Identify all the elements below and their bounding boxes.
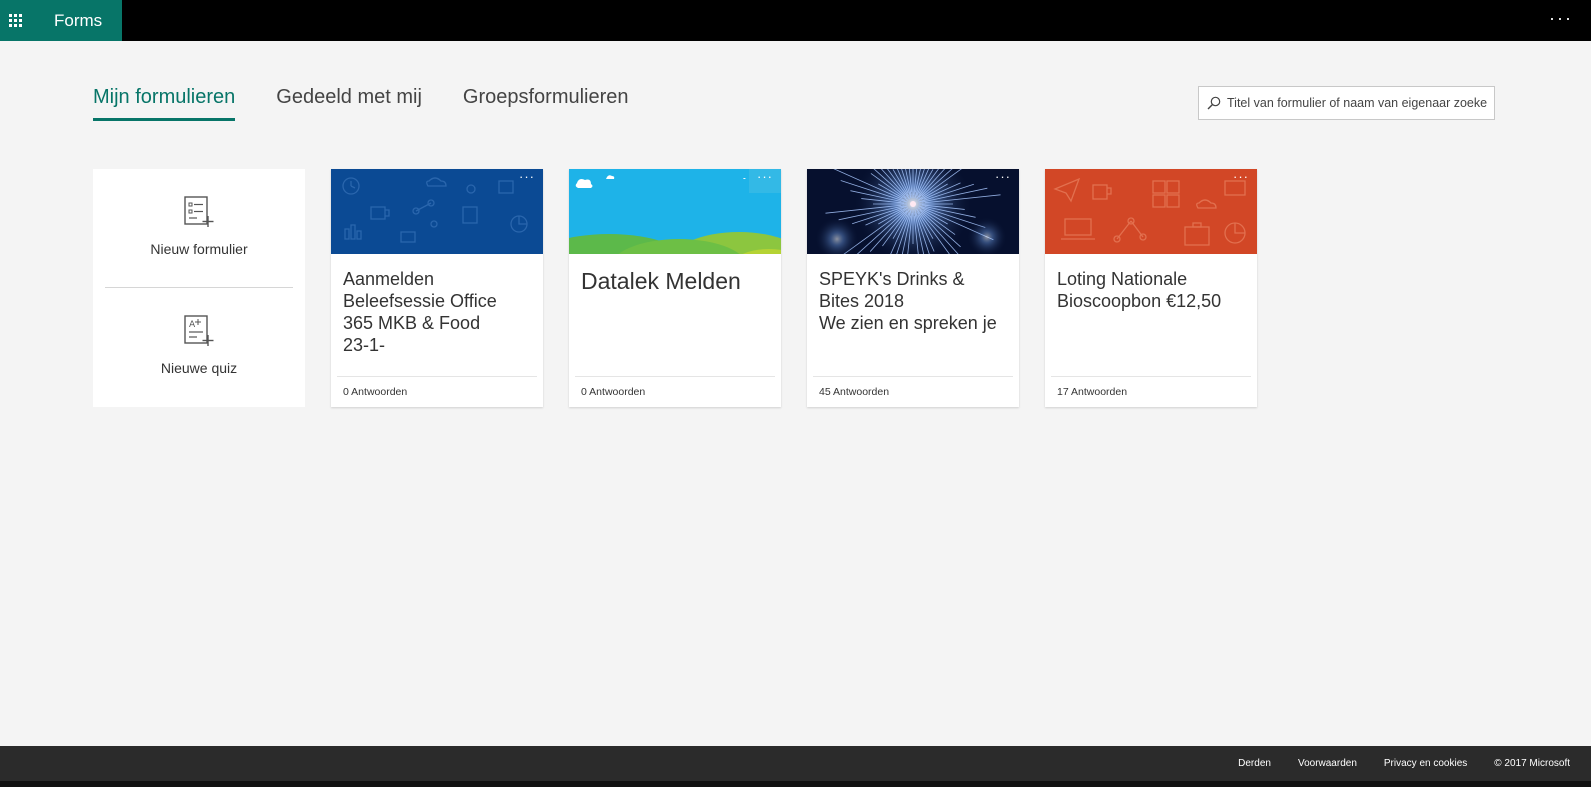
new-form-icon xyxy=(184,196,214,227)
new-actions-card: Nieuw formulier A Nieuwe quiz xyxy=(93,169,305,407)
card-banner: ··· xyxy=(331,169,543,254)
new-form-label: Nieuw formulier xyxy=(150,241,248,257)
footer-link-terms[interactable]: Voorwaarden xyxy=(1298,758,1357,769)
tab-my-forms[interactable]: Mijn formulieren xyxy=(93,86,236,121)
card-banner: ··· xyxy=(807,169,1019,254)
more-options-button[interactable]: ··· xyxy=(1549,0,1573,41)
form-card[interactable]: ··· Datalek Melden 0 Antwoorden xyxy=(569,169,781,407)
card-title: Loting Nationale Bioscoopbon €12,50 xyxy=(1057,269,1222,311)
card-more-button[interactable]: ··· xyxy=(511,169,543,193)
footer-link-privacy[interactable]: Privacy en cookies xyxy=(1384,758,1467,769)
divider xyxy=(105,287,293,288)
card-more-button[interactable]: ··· xyxy=(987,169,1019,193)
card-banner: ··· xyxy=(569,169,781,254)
top-bar: Forms ··· xyxy=(0,0,1591,41)
new-form-button[interactable]: Nieuw formulier xyxy=(93,196,305,257)
card-more-button[interactable]: ··· xyxy=(749,169,781,193)
waffle-icon xyxy=(8,14,22,27)
search-input[interactable] xyxy=(1227,96,1487,110)
search-icon xyxy=(1207,96,1221,110)
card-responses: 45 Antwoorden xyxy=(813,376,1013,407)
form-card[interactable]: ··· SPEYK's Drinks & Bites 2018 We zien … xyxy=(807,169,1019,407)
tab-group-forms[interactable]: Groepsformulieren xyxy=(463,86,629,121)
card-title: Datalek Melden xyxy=(581,268,741,294)
svg-text:A: A xyxy=(189,320,196,330)
form-card[interactable]: ··· Loting Nationale Bioscoopbon €12,50 … xyxy=(1045,169,1257,407)
app-launcher-button[interactable] xyxy=(0,0,30,41)
footer-links: Derden Voorwaarden Privacy en cookies © … xyxy=(1211,746,1570,781)
footer-link-third-party[interactable]: Derden xyxy=(1238,758,1271,769)
tab-shared-with-me[interactable]: Gedeeld met mij xyxy=(276,86,422,121)
new-quiz-icon: A xyxy=(184,315,214,346)
taskbar-strip xyxy=(0,781,1591,787)
card-responses: 0 Antwoorden xyxy=(575,376,775,407)
new-quiz-button[interactable]: A Nieuwe quiz xyxy=(93,315,305,376)
footer: Derden Voorwaarden Privacy en cookies © … xyxy=(0,746,1591,781)
form-card[interactable]: ··· Aanmelden Beleefsessie Office 365 MK… xyxy=(331,169,543,407)
tab-bar: Mijn formulieren Gedeeld met mij Groepsf… xyxy=(93,86,670,121)
app-name[interactable]: Forms xyxy=(30,0,122,41)
card-responses: 17 Antwoorden xyxy=(1051,376,1251,407)
footer-copyright: © 2017 Microsoft xyxy=(1494,758,1570,769)
card-title: Aanmelden Beleefsessie Office 365 MKB & … xyxy=(343,269,497,355)
card-banner: ··· xyxy=(1045,169,1257,254)
card-title: SPEYK's Drinks & Bites 2018 We zien en s… xyxy=(819,269,997,333)
search-box[interactable] xyxy=(1198,86,1495,120)
card-responses: 0 Antwoorden xyxy=(337,376,537,407)
card-more-button[interactable]: ··· xyxy=(1225,169,1257,193)
new-quiz-label: Nieuwe quiz xyxy=(160,360,238,376)
